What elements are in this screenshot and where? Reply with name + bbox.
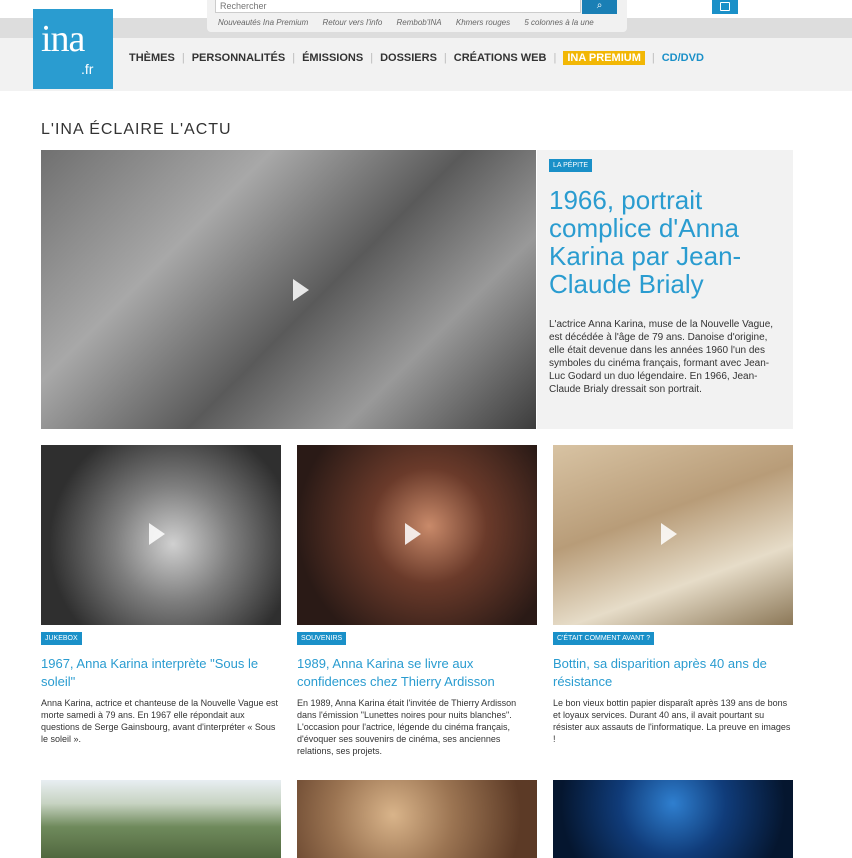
card-tag[interactable]: SOUVENIRS xyxy=(297,632,347,645)
quicklink-retour-info[interactable]: Retour vers l'info xyxy=(323,18,383,27)
card-thumbnail[interactable] xyxy=(553,780,793,858)
nav-separator: | xyxy=(292,52,296,64)
play-icon xyxy=(405,523,421,545)
card-tag[interactable]: JUKEBOX xyxy=(41,632,82,645)
cart-button[interactable] xyxy=(712,0,738,14)
quicklink-rembobina[interactable]: Rembob'INA xyxy=(397,18,442,27)
nav-item-emissions[interactable]: ÉMISSIONS xyxy=(302,52,363,64)
card-title[interactable]: Bottin, sa disparition après 40 ans de r… xyxy=(553,655,793,691)
card-thumbnail[interactable] xyxy=(41,445,281,625)
nav-separator: | xyxy=(443,52,447,64)
nav-separator: | xyxy=(553,52,557,64)
nav-item-personnalites[interactable]: PERSONNALITÉS xyxy=(192,52,286,64)
card-thumbnail[interactable] xyxy=(41,780,281,858)
logo-suffix: .fr xyxy=(81,61,94,77)
play-icon xyxy=(149,523,165,545)
card-title[interactable]: 1989, Anna Karina se livre aux confidenc… xyxy=(297,655,537,691)
card-description: Le bon vieux bottin papier disparaît apr… xyxy=(553,698,791,744)
hero-description: L'actrice Anna Karina, muse de la Nouvel… xyxy=(549,319,774,395)
quicklink-5-colonnes[interactable]: 5 colonnes à la une xyxy=(524,18,593,27)
play-icon xyxy=(661,523,677,545)
nav-item-dossiers[interactable]: DOSSIERS xyxy=(380,52,437,64)
card-thumbnail[interactable] xyxy=(297,780,537,858)
nav-separator: | xyxy=(370,52,374,64)
nav-item-cd-dvd[interactable]: CD/DVD xyxy=(662,52,704,64)
card-tag[interactable]: C'ÉTAIT COMMENT AVANT ? xyxy=(553,632,655,645)
nav-item-creations-web[interactable]: CRÉATIONS WEB xyxy=(454,52,547,64)
card-description: En 1989, Anna Karina était l'invitée de … xyxy=(297,698,517,756)
card-thumbnail[interactable] xyxy=(297,445,537,625)
main-nav: THÈMES | PERSONNALITÉS | ÉMISSIONS | DOSSIE… xyxy=(129,51,704,65)
hero-video-thumbnail[interactable] xyxy=(41,150,536,429)
play-icon xyxy=(293,279,309,301)
hero-title[interactable]: 1966, portrait complice d'Anna Karina pa… xyxy=(549,186,781,298)
card-thumbnail[interactable] xyxy=(553,445,793,625)
section-title: L'INA ÉCLAIRE L'ACTU xyxy=(41,121,232,138)
search-icon: ⌕ xyxy=(596,0,603,11)
card-description: Anna Karina, actrice et chanteuse de la … xyxy=(41,698,278,744)
quicklink-nouveautes[interactable]: Nouveautés Ina Premium xyxy=(218,18,308,27)
nav-separator: | xyxy=(651,52,655,64)
search-button[interactable]: ⌕ xyxy=(582,0,617,14)
cart-icon xyxy=(720,2,730,11)
nav-item-themes[interactable]: THÈMES xyxy=(129,52,175,64)
quicklink-khmers-rouges[interactable]: Khmers rouges xyxy=(456,18,510,27)
nav-separator: | xyxy=(181,52,185,64)
card-title[interactable]: 1967, Anna Karina interprète "Sous le so… xyxy=(41,655,281,691)
search-input[interactable] xyxy=(215,0,581,13)
ina-logo[interactable]: ina .fr xyxy=(33,9,113,89)
quicklinks: Nouveautés Ina Premium Retour vers l'inf… xyxy=(218,18,606,27)
hero-tag[interactable]: LA PÉPITE xyxy=(549,159,593,172)
nav-item-ina-premium[interactable]: INA PREMIUM xyxy=(563,51,645,65)
hero-panel: LA PÉPITE 1966, portrait complice d'Anna… xyxy=(537,150,793,429)
logo-main: ina xyxy=(41,18,85,60)
